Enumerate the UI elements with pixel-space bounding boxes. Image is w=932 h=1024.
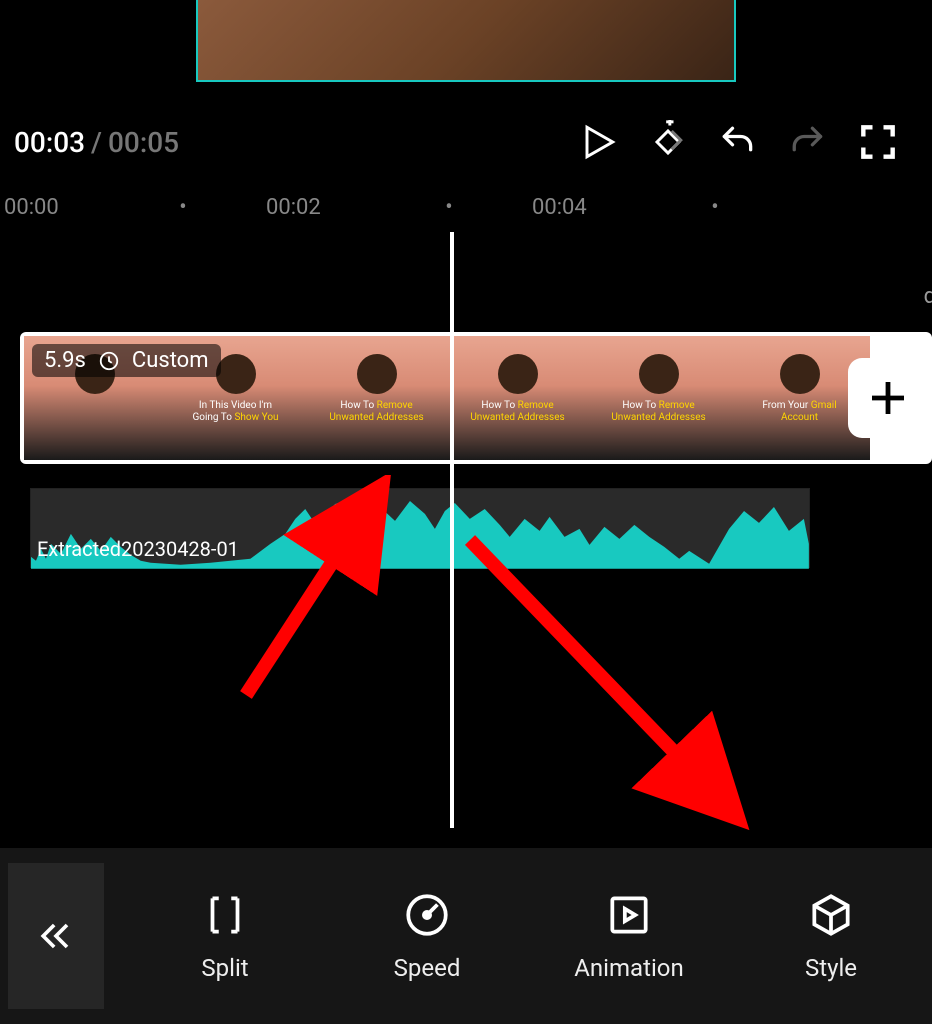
video-track[interactable]: 5.9s Custom In This Video I'mGoing To Sh…	[20, 332, 932, 464]
cutoff-text: d	[924, 284, 932, 309]
split-icon	[200, 890, 250, 940]
tool-label: Style	[805, 954, 857, 982]
split-button[interactable]: Split	[124, 890, 326, 982]
clip-thumbnail: How To RemoveUnwanted Addresses	[306, 336, 447, 460]
play-button[interactable]	[568, 112, 628, 172]
speed-icon	[402, 890, 452, 940]
clip-info: 5.9s Custom	[32, 344, 221, 377]
speed-button[interactable]: Speed	[326, 890, 528, 982]
redo-button[interactable]	[778, 112, 838, 172]
fullscreen-button[interactable]	[848, 112, 908, 172]
preview-frame	[196, 0, 736, 82]
clip-mode: Custom	[132, 348, 209, 373]
plus-icon	[864, 374, 912, 422]
tool-label: Animation	[574, 954, 683, 982]
time-display: 00:03/00:05	[14, 126, 179, 159]
animation-button[interactable]: Animation	[528, 890, 730, 982]
cube-icon	[806, 890, 856, 940]
clip-duration: 5.9s	[44, 348, 86, 373]
add-clip-button[interactable]	[848, 358, 928, 438]
clock-icon	[98, 350, 120, 372]
video-preview[interactable]	[0, 0, 932, 84]
clip-thumbnail: How To RemoveUnwanted Addresses	[588, 336, 729, 460]
tool-label: Split	[201, 954, 248, 982]
ruler-tick: 00:04	[532, 195, 632, 220]
playhead[interactable]	[450, 232, 454, 828]
timeline[interactable]: 5.9s Custom In This Video I'mGoing To Sh…	[0, 232, 932, 812]
total-time: 00:05	[108, 126, 179, 159]
style-button[interactable]: Style	[730, 890, 932, 982]
clip-thumbnail: How To RemoveUnwanted Addresses	[447, 336, 588, 460]
ruler-tick: 00:02	[266, 195, 366, 220]
bottom-toolbar: Split Speed Animation Style	[0, 848, 932, 1024]
ruler-tick: 00:00	[0, 195, 100, 220]
chevron-double-left-icon	[34, 914, 78, 958]
back-button[interactable]	[8, 863, 104, 1009]
keyframe-button[interactable]	[638, 112, 698, 172]
current-time: 00:03	[14, 126, 85, 159]
audio-clip-label: Extracted20230428-01	[37, 535, 239, 563]
tool-label: Speed	[394, 954, 461, 982]
player-controls: 00:03/00:05	[0, 84, 932, 192]
animation-icon	[604, 890, 654, 940]
timeline-ruler[interactable]: 00:00 00:02 00:04	[0, 192, 932, 232]
audio-track[interactable]: Extracted20230428-01	[30, 488, 810, 568]
undo-button[interactable]	[708, 112, 768, 172]
